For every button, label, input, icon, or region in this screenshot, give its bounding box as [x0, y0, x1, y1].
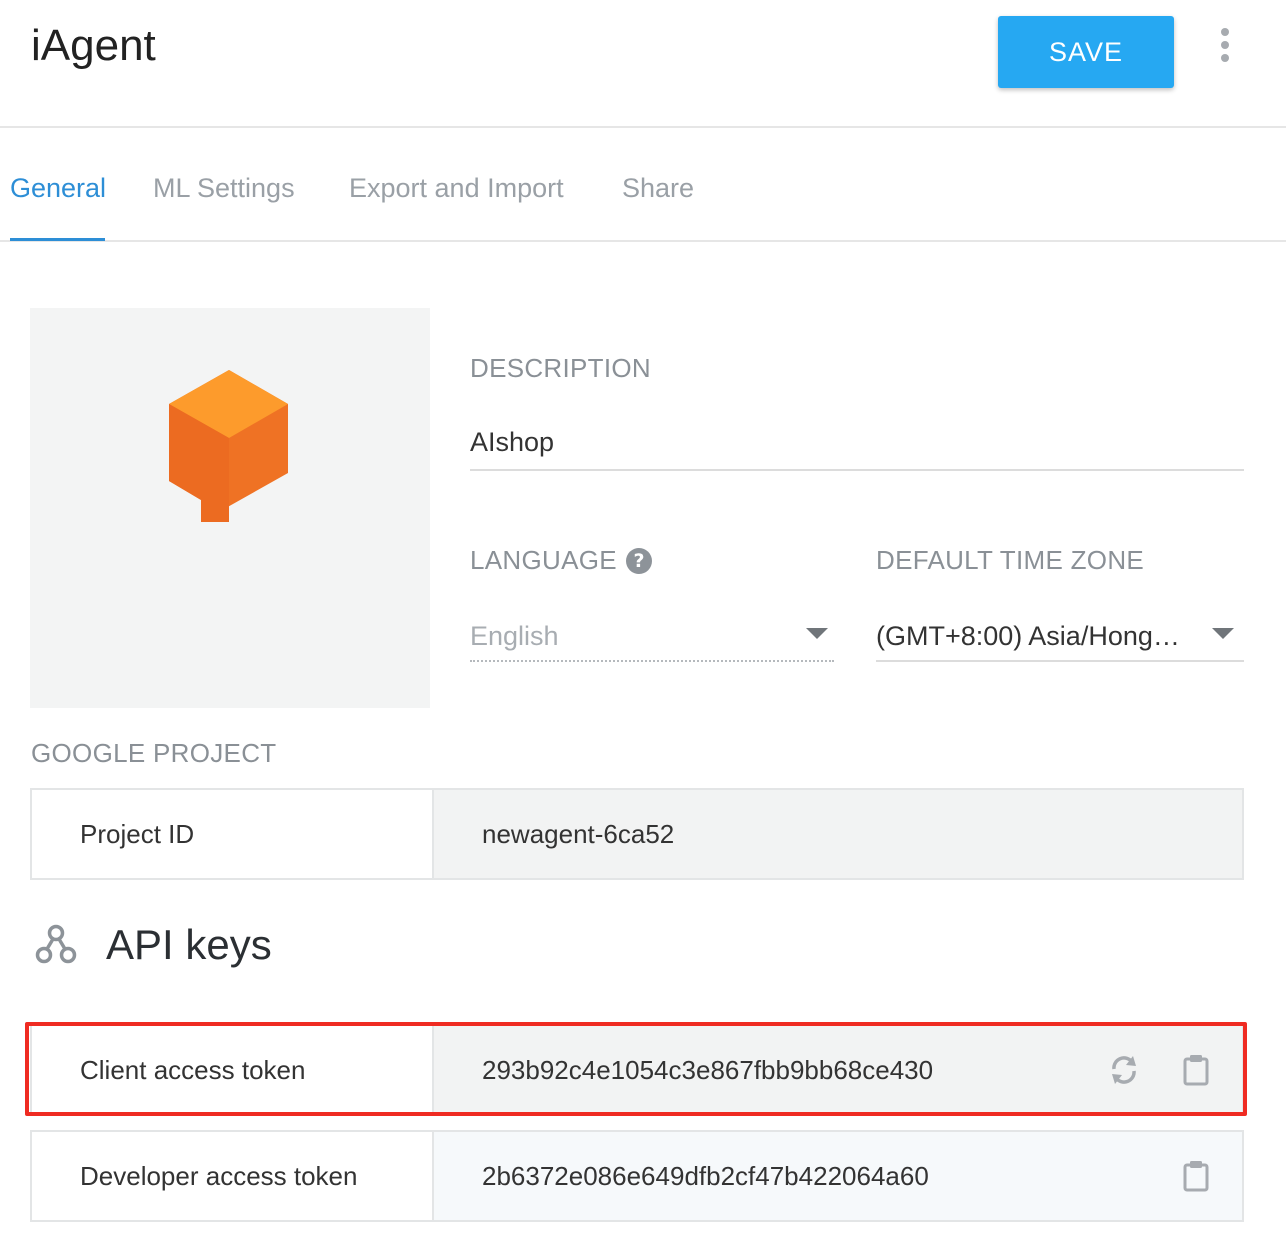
chevron-down-icon[interactable] [806, 628, 828, 639]
tab-export-import[interactable]: Export and Import [349, 168, 564, 208]
clipboard-icon[interactable] [1178, 1158, 1214, 1194]
description-underline [470, 469, 1244, 471]
description-input[interactable]: AIshop [470, 424, 554, 460]
chevron-down-icon[interactable] [1212, 628, 1234, 639]
help-icon[interactable]: ? [626, 548, 652, 574]
timezone-select[interactable]: (GMT+8:00) Asia/Hong… [876, 618, 1196, 654]
page-title: iAgent [31, 21, 156, 70]
timezone-underline [876, 660, 1244, 662]
api-keys-heading: API keys [106, 921, 272, 968]
google-project-label: GOOGLE PROJECT [31, 738, 277, 768]
agent-cube-logo-icon [169, 370, 288, 522]
developer-token-label: Developer access token [32, 1132, 434, 1220]
agent-avatar[interactable] [30, 308, 430, 708]
active-tab-indicator [10, 238, 105, 241]
api-keys-icon [35, 924, 77, 964]
language-label: LANGUAGE [470, 545, 617, 575]
project-id-label: Project ID [32, 790, 434, 878]
tabs-divider [0, 240, 1286, 242]
developer-token-row: Developer access token 2b6372e086e649dfb… [30, 1130, 1244, 1222]
tab-general[interactable]: General [10, 168, 106, 208]
tab-ml-settings[interactable]: ML Settings [153, 168, 295, 208]
save-button[interactable]: SAVE [998, 16, 1174, 88]
header-divider [0, 126, 1286, 128]
timezone-label: DEFAULT TIME ZONE [876, 545, 1145, 575]
tab-share[interactable]: Share [622, 168, 694, 208]
highlight-box [25, 1022, 1247, 1116]
project-id-link[interactable]: newagent-6ca52 [434, 790, 1242, 878]
project-id-row: Project ID newagent-6ca52 [30, 788, 1244, 880]
language-select[interactable]: English [470, 618, 559, 654]
more-vert-icon[interactable] [1210, 28, 1240, 68]
description-label: DESCRIPTION [470, 353, 651, 383]
language-underline [470, 660, 834, 662]
developer-token-value[interactable]: 2b6372e086e649dfb2cf47b422064a60 [434, 1132, 1242, 1220]
